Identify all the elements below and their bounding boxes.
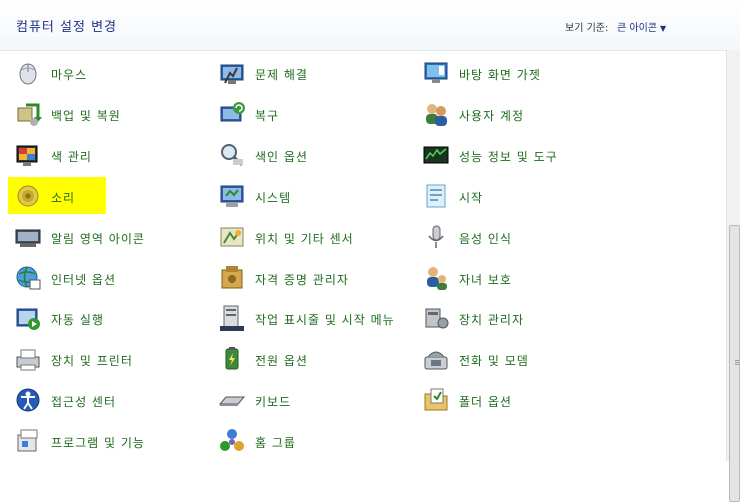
- power-options-icon: [218, 345, 246, 373]
- control-panel-item[interactable]: 문제 해결: [218, 56, 418, 90]
- control-panel-item[interactable]: 시작: [422, 179, 622, 213]
- control-panel-item-label: 마우스: [51, 68, 88, 82]
- control-panel-item-label: 자녀 보호: [459, 272, 512, 287]
- control-panel-item[interactable]: 자격 증명 관리자: [218, 261, 418, 295]
- control-panel-item[interactable]: 장치 관리자: [422, 301, 622, 335]
- control-panel-item[interactable]: 접근성 센터: [14, 383, 214, 417]
- phone-modem-icon: [422, 345, 450, 373]
- control-panel-item-label: 문제 해결: [255, 68, 308, 82]
- control-panel-item[interactable]: 시스템: [218, 179, 418, 213]
- control-panel-item[interactable]: 바탕 화면 가젯: [422, 56, 622, 90]
- speech-recognition-icon: [422, 223, 450, 251]
- control-panel-item-label: 전원 옵션: [255, 354, 308, 369]
- troubleshooting-icon: [218, 59, 246, 87]
- control-panel-item-label: 백업 및 복원: [51, 108, 121, 123]
- control-panel-item[interactable]: 복구: [218, 97, 418, 131]
- control-panel-item-label: 키보드: [255, 395, 292, 410]
- credential-manager-icon: [218, 264, 246, 292]
- control-panel-item[interactable]: 키보드: [218, 383, 418, 417]
- control-panel-item-label: 장치 관리자: [459, 313, 525, 328]
- view-by-label: 보기 기준:: [565, 23, 609, 34]
- control-panel-item[interactable]: 자동 실행: [14, 301, 214, 335]
- performance-tools-icon: [422, 141, 450, 169]
- control-panel-item[interactable]: 작업 표시줄 및 시작 메뉴: [218, 301, 418, 335]
- device-manager-icon: [422, 304, 450, 332]
- control-panel-item[interactable]: 전원 옵션: [218, 342, 418, 376]
- parental-controls-icon: [422, 264, 450, 292]
- control-panel-item-label: 색인 옵션: [255, 149, 308, 164]
- view-by-dropdown[interactable]: 큰 아이콘 ▼: [617, 19, 666, 34]
- taskbar-start-menu-icon: [218, 304, 246, 332]
- system-icon: [218, 182, 246, 210]
- control-panel-item[interactable]: 자녀 보호: [422, 261, 622, 295]
- indexing-options-icon: [218, 141, 246, 169]
- notification-area-icon: [14, 223, 42, 251]
- control-panel-item-label: 음성 인식: [459, 231, 512, 246]
- view-by-value: 큰 아이콘: [617, 23, 657, 34]
- control-panel-item[interactable]: 위치 및 기타 센서: [218, 220, 418, 254]
- control-panel-item[interactable]: 성능 정보 및 도구: [422, 138, 622, 172]
- control-panel-item-label: 작업 표시줄 및 시작 메뉴: [255, 313, 395, 328]
- header: 컴퓨터 설정 변경 보기 기준: 큰 아이콘 ▼: [0, 0, 740, 51]
- control-panel-item-label: 색 관리: [51, 149, 92, 164]
- control-panel-item-label: 알림 영역 아이콘: [51, 231, 145, 246]
- control-panel-item[interactable]: 인터넷 옵션: [14, 261, 214, 295]
- control-panel-item[interactable]: 소리: [14, 179, 214, 213]
- keyboard-icon: [218, 386, 246, 414]
- control-panel-item-label: 위치 및 기타 센서: [255, 231, 354, 246]
- control-panel-item[interactable]: 프로그램 및 기능: [14, 424, 214, 458]
- user-accounts-icon: [422, 100, 450, 128]
- backup-restore-icon: [14, 100, 42, 128]
- control-panel-item[interactable]: 홈 그룹: [218, 424, 418, 458]
- control-panel-item[interactable]: 색 관리: [14, 138, 214, 172]
- control-panel-item-label: 자동 실행: [51, 313, 104, 328]
- control-panel-items: 마우스 문제 해결 바탕 화면 가젯백업 및 복원 복구 사용자 계정색 관리 색인 옵션…: [0, 52, 726, 461]
- vertical-scrollbar[interactable]: [726, 50, 740, 502]
- control-panel-item[interactable]: 색인 옵션: [218, 138, 418, 172]
- color-management-icon: [14, 141, 42, 169]
- control-panel-item-label: 자격 증명 관리자: [255, 272, 349, 287]
- mouse-icon: [14, 59, 42, 87]
- homegroup-icon: [218, 427, 246, 455]
- ease-of-access-icon: [14, 386, 42, 414]
- page-title: 컴퓨터 설정 변경: [16, 20, 117, 35]
- control-panel-item-label: 바탕 화면 가젯: [459, 68, 541, 82]
- control-panel-item-label: 홈 그룹: [255, 436, 296, 451]
- control-panel-item[interactable]: 전화 및 모뎀: [422, 342, 622, 376]
- scrollbar-thumb[interactable]: [729, 225, 740, 502]
- control-panel-item[interactable]: 음성 인식: [422, 220, 622, 254]
- dropdown-arrow-icon: ▼: [659, 24, 667, 33]
- internet-options-icon: [14, 264, 42, 292]
- control-panel-item-label: 시스템: [255, 190, 292, 205]
- control-panel-item[interactable]: 알림 영역 아이콘: [14, 220, 214, 254]
- control-panel-item-label: 프로그램 및 기능: [51, 436, 145, 451]
- control-panel-item-label: 복구: [255, 108, 280, 123]
- desktop-gadgets-icon: [422, 59, 450, 87]
- recovery-icon: [218, 100, 246, 128]
- control-panel-item-label: 장치 및 프린터: [51, 354, 133, 369]
- folder-options-icon: [422, 386, 450, 414]
- control-panel-item-label: 폴더 옵션: [459, 395, 512, 410]
- location-sensors-icon: [218, 223, 246, 251]
- control-panel-item[interactable]: 백업 및 복원: [14, 97, 214, 131]
- control-panel-item-label: 사용자 계정: [459, 108, 525, 123]
- control-panel-item[interactable]: 마우스: [14, 56, 214, 90]
- control-panel-item-label: 인터넷 옵션: [51, 272, 117, 287]
- sound-icon: [14, 182, 42, 210]
- getting-started-icon: [422, 182, 450, 210]
- control-panel-item-label: 접근성 센터: [51, 395, 117, 410]
- control-panel-item[interactable]: 사용자 계정: [422, 97, 622, 131]
- control-panel-item-label: 소리: [51, 190, 76, 205]
- control-panel-item-label: 전화 및 모뎀: [459, 354, 529, 369]
- control-panel-item-label: 시작: [459, 190, 484, 205]
- control-panel-item[interactable]: 폴더 옵션: [422, 383, 622, 417]
- devices-printers-icon: [14, 345, 42, 373]
- control-panel-item[interactable]: 장치 및 프린터: [14, 342, 214, 376]
- programs-features-icon: [14, 427, 42, 455]
- autoplay-icon: [14, 304, 42, 332]
- control-panel-item-label: 성능 정보 및 도구: [459, 149, 558, 164]
